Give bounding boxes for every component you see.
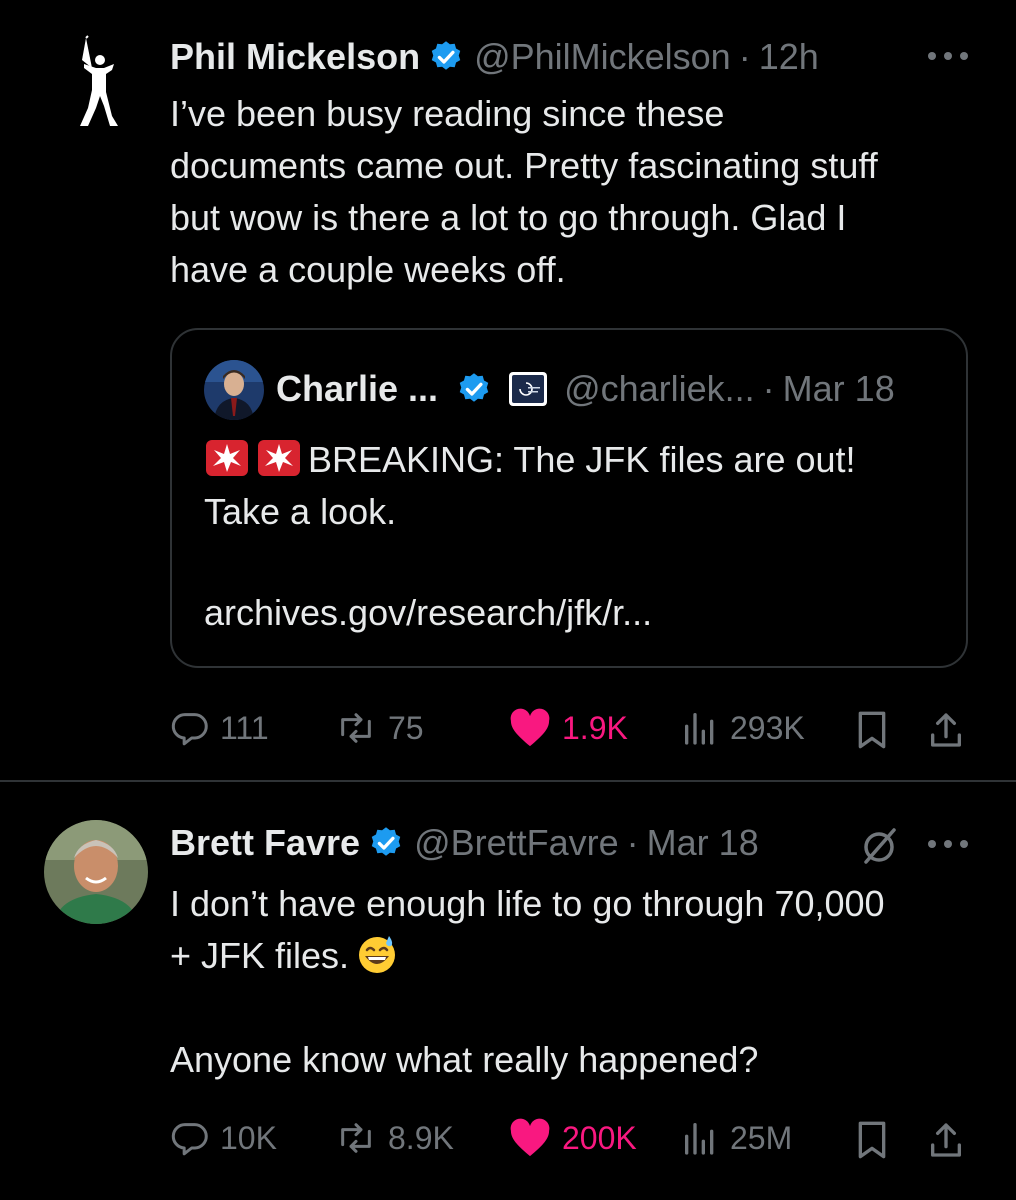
quote-avatar[interactable] (204, 360, 264, 420)
like-button[interactable]: 200K (508, 1118, 637, 1158)
quote-text-line: BREAKING: The JFK files are out! (204, 434, 944, 486)
quote-text-line: Take a look. (204, 491, 397, 532)
repost-icon (341, 713, 371, 743)
like-count: 1.9K (562, 709, 628, 746)
quote-link[interactable]: archives.gov/research/jfk/r... (204, 592, 652, 634)
quote-text: BREAKING: The JFK files are out! Take a … (204, 434, 944, 538)
views-button[interactable]: 293K (680, 708, 805, 748)
reply-count: 111 (220, 709, 269, 746)
tweet-brett-favre[interactable]: Brett Favre @BrettFavre · Mar 18 I don’t… (0, 782, 1016, 1200)
like-count: 200K (562, 1119, 637, 1156)
separator: · (626, 822, 639, 863)
repost-icon (341, 1123, 371, 1153)
like-icon (510, 1118, 550, 1157)
like-button[interactable]: 1.9K (508, 708, 628, 748)
views-icon (685, 1123, 714, 1155)
reply-button[interactable]: 10K (170, 1118, 277, 1158)
bookmark-icon[interactable] (852, 1118, 892, 1162)
avatar[interactable] (74, 34, 124, 130)
action-bar: 111 75 1.9K 293K (170, 708, 970, 752)
quote-text-content: BREAKING: The JFK files are out! (308, 439, 856, 480)
author-handle[interactable]: @PhilMickelson (474, 36, 731, 78)
tweet-header: Phil Mickelson @PhilMickelson · 12h (170, 36, 819, 78)
share-icon[interactable] (926, 1118, 966, 1162)
grok-icon[interactable] (860, 826, 900, 866)
tweet-text-line: I don’t have enough life to go through 7… (170, 883, 885, 924)
tweet-text-line: documents came out. Pretty fascinating s… (170, 145, 878, 186)
verified-badge-icon (431, 41, 461, 70)
views-count: 293K (730, 709, 805, 746)
tweet-text-content: + JFK files. (170, 935, 350, 976)
verified-badge-icon (371, 827, 401, 856)
author-handle[interactable]: @BrettFavre (414, 822, 619, 864)
quote-author-handle[interactable]: @charliek... (564, 368, 755, 410)
tweet-header: Brett Favre @BrettFavre · Mar 18 (170, 822, 759, 864)
timestamp[interactable]: Mar 18 (647, 822, 759, 864)
share-icon[interactable] (926, 708, 966, 752)
quote-author-name[interactable]: Charlie ... (276, 368, 438, 410)
action-bar: 10K 8.9K 200K 25M (170, 1118, 970, 1162)
author-name[interactable]: Phil Mickelson (170, 36, 420, 78)
reply-icon (171, 713, 208, 746)
tweet-text-line: + JFK files. (170, 930, 990, 982)
sweat-smile-emoji (359, 936, 396, 973)
timestamp[interactable]: 12h (759, 36, 819, 78)
siren-emoji (206, 440, 248, 476)
more-icon[interactable] (928, 52, 968, 64)
siren-emoji (258, 440, 300, 476)
reply-icon (171, 1123, 208, 1156)
tweet-text-line: have a couple weeks off. (170, 249, 566, 290)
tweet-text: I’ve been busy reading since these docum… (170, 88, 990, 296)
tweet-text-line: I’ve been busy reading since these (170, 93, 725, 134)
quote-avatar-image (204, 360, 264, 420)
tweet-text-line: Anyone know what really happened? (170, 1039, 759, 1080)
quote-timestamp[interactable]: Mar 18 (783, 368, 895, 410)
reply-count: 10K (220, 1119, 277, 1156)
views-icon (685, 713, 714, 745)
golfer-logo-icon (80, 35, 118, 126)
bookmark-icon[interactable] (852, 708, 892, 752)
quoted-tweet[interactable]: Charlie ... @charliek... · Mar 18 BREAKI… (170, 328, 968, 668)
more-icon[interactable] (928, 840, 968, 852)
like-icon (510, 708, 550, 747)
views-count: 25M (730, 1119, 793, 1156)
affiliate-badge-icon (509, 372, 548, 406)
verified-badge-icon (459, 373, 489, 402)
tweet-phil-mickelson[interactable]: Phil Mickelson @PhilMickelson · 12h I’ve… (0, 0, 1016, 780)
quote-header: Charlie ... @charliek... · Mar 18 (276, 368, 895, 410)
reply-button[interactable]: 111 (170, 708, 269, 748)
tweet-text-line: but wow is there a lot to go through. Gl… (170, 197, 847, 238)
repost-button[interactable]: 75 (334, 708, 424, 748)
tweet-text: I don’t have enough life to go through 7… (170, 878, 990, 1086)
repost-count: 75 (388, 709, 424, 746)
repost-button[interactable]: 8.9K (334, 1118, 454, 1158)
views-button[interactable]: 25M (680, 1118, 792, 1158)
repost-count: 8.9K (388, 1119, 454, 1156)
author-name[interactable]: Brett Favre (170, 822, 360, 864)
separator: · (762, 368, 775, 409)
separator: · (738, 36, 751, 77)
